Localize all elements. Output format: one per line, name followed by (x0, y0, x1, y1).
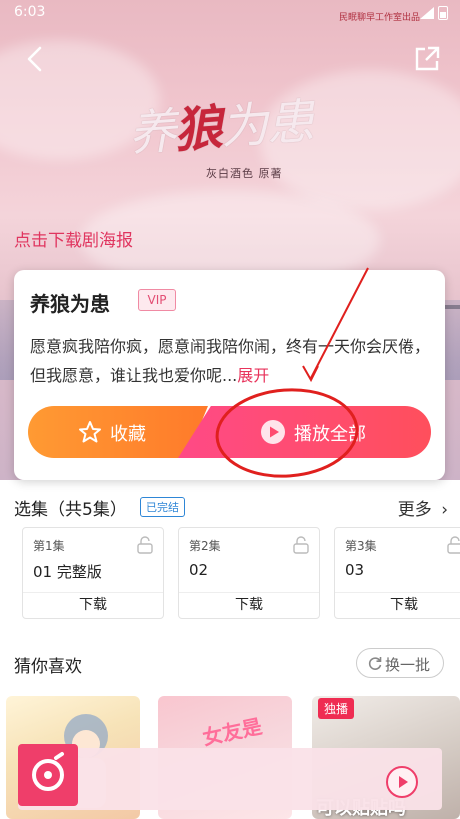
episode-number: 第3集 (345, 539, 377, 553)
episode-card-3[interactable]: 第3集 03 下载 (334, 527, 460, 619)
unlock-icon (137, 536, 153, 554)
unlock-icon (293, 536, 309, 554)
episodes-more-link[interactable]: 更多 › (398, 495, 448, 520)
share-icon[interactable] (412, 44, 442, 74)
refresh-button[interactable]: 换一批 (356, 648, 444, 678)
drama-title: 养狼为患 (30, 292, 110, 316)
mini-player[interactable] (18, 744, 442, 810)
description-text: 愿意疯我陪你疯，愿意闹我陪你闹，终有一天你会厌倦，但我愿意，谁让我也爱你呢... (30, 337, 431, 385)
vip-badge: VIP (138, 289, 176, 311)
favorite-button[interactable]: 收藏 (28, 406, 208, 458)
episode-name: 03 (345, 561, 365, 579)
recommend-title: 猜你喜欢 (14, 657, 82, 677)
episode-card-2[interactable]: 第2集 02 下载 (178, 527, 320, 619)
episode-download-button[interactable]: 下载 (23, 592, 163, 618)
mini-player-play-button[interactable] (386, 766, 418, 798)
play-all-button[interactable]: 播放全部 (178, 406, 431, 458)
app-logo (18, 744, 78, 806)
play-all-label: 播放全部 (294, 424, 366, 445)
chevron-right-icon: › (441, 500, 448, 520)
music-logo-icon (32, 752, 64, 791)
download-poster-link[interactable]: 点击下载剧海报 (14, 226, 133, 251)
back-icon[interactable] (20, 44, 50, 74)
play-circle-icon (261, 420, 285, 444)
episode-download-button[interactable]: 下载 (179, 592, 319, 618)
episode-name: 02 (189, 561, 209, 579)
unlock-icon (447, 536, 460, 554)
cover-title-text: 女友是 (200, 713, 265, 750)
refresh-label: 换一批 (385, 656, 431, 674)
completed-badge: 已完结 (140, 497, 185, 517)
battery-icon (438, 6, 448, 20)
episode-name: 01 完整版 (33, 563, 102, 581)
signal-icon (420, 7, 434, 19)
star-icon (79, 421, 101, 443)
status-time: 6:03 (14, 4, 46, 20)
refresh-icon (368, 657, 382, 670)
status-bar: 6:03 民眠聊早工作室出品 (0, 0, 460, 26)
poster-title-art: 养狼为患 (126, 93, 315, 163)
drama-description: 愿意疯我陪你疯，愿意闹我陪你闹，终有一天你会厌倦，但我愿意，谁让我也爱你呢...… (30, 332, 438, 390)
play-icon (399, 776, 408, 788)
expand-link[interactable]: 展开 (237, 366, 269, 385)
more-label: 更多 (397, 500, 432, 520)
episode-number: 第2集 (189, 539, 221, 553)
episode-download-button[interactable]: 下载 (335, 592, 460, 618)
episode-list: 第1集 01 完整版 下载 第2集 02 下载 第3集 03 下载 (22, 527, 460, 619)
episodes-header: 选集（共5集） (14, 500, 127, 520)
episode-number: 第1集 (33, 539, 65, 553)
poster-credit: 灰白酒色 原著 (206, 167, 283, 180)
exclusive-badge: 独播 (318, 698, 355, 719)
drama-info-card: 养狼为患 VIP 愿意疯我陪你疯，愿意闹我陪你闹，终有一天你会厌倦，但我愿意，谁… (14, 270, 445, 480)
favorite-label: 收藏 (110, 424, 146, 445)
status-banner: 民眠聊早工作室出品 (338, 13, 420, 23)
episode-card-1[interactable]: 第1集 01 完整版 下载 (22, 527, 164, 619)
